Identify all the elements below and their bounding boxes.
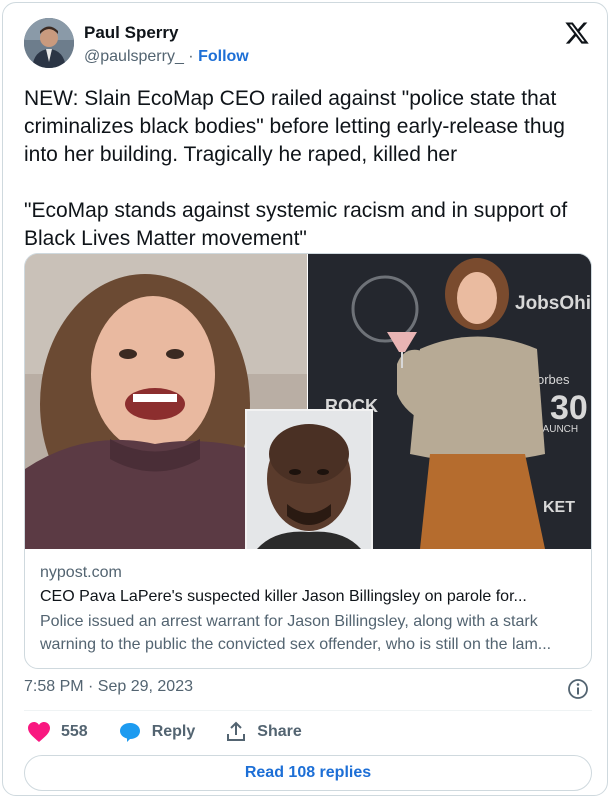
speech-bubble-icon [119, 723, 140, 742]
handle-separator: · [188, 48, 194, 65]
info-icon[interactable] [567, 678, 589, 700]
link-domain: nypost.com [40, 564, 122, 581]
link-description: Police issued an arrest warrant for Jaso… [40, 613, 552, 653]
link-preview-image: JobsOhio ROCK orbes 30 LAUNCH KET [25, 254, 591, 549]
divider [24, 710, 592, 711]
avatar[interactable] [24, 18, 74, 68]
tweet-paragraph-1: NEW: Slain EcoMap CEO railed against "po… [24, 87, 565, 166]
read-replies-button[interactable]: Read 108 replies [24, 755, 592, 791]
heart-icon [28, 722, 50, 742]
backdrop-text-5: KET [543, 499, 575, 516]
tweet-paragraph-2: "EcoMap stands against systemic racism a… [24, 199, 568, 250]
link-title[interactable]: CEO Pava LaPere's suspected killer Jason… [40, 588, 580, 606]
backdrop-text-2: orbes [537, 372, 570, 387]
reply-label: Reply [151, 723, 196, 740]
x-logo-icon[interactable] [564, 20, 592, 48]
action-bar: 558 Reply Share [27, 721, 332, 743]
tweet-card: Paul Sperry @paulsperry_ · Follow NEW: S… [2, 2, 608, 796]
share-label: Share [257, 723, 302, 740]
follow-button[interactable]: Follow [198, 48, 249, 65]
backdrop-logo-text: JobsOhio [515, 293, 591, 314]
link-preview-card[interactable]: JobsOhio ROCK orbes 30 LAUNCH KET [24, 253, 592, 669]
tweet-timestamp[interactable]: 7:58 PM · Sep 29, 2023 [24, 678, 193, 696]
like-button[interactable]: 558 [27, 721, 88, 743]
share-button[interactable]: Share [225, 721, 302, 743]
author-handle-row: @paulsperry_ · Follow [84, 48, 249, 66]
author-name[interactable]: Paul Sperry [84, 23, 179, 43]
tweet-text: NEW: Slain EcoMap CEO railed against "po… [24, 85, 594, 253]
likes-count: 558 [61, 723, 88, 740]
share-upload-icon [227, 721, 246, 741]
author-handle[interactable]: @paulsperry_ [84, 48, 184, 65]
link-meta: nypost.com CEO Pava LaPere's suspected k… [40, 564, 580, 656]
backdrop-text-3: 30 [550, 389, 588, 427]
reply-button[interactable]: Reply [118, 721, 196, 743]
